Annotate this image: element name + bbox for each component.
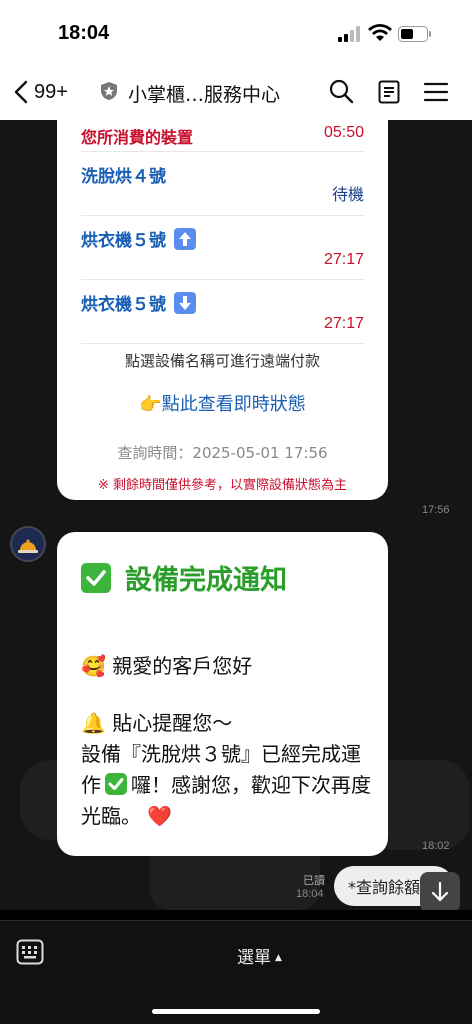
device-status: 待機 [331, 187, 364, 204]
check-mark-icon [81, 562, 111, 593]
status-bar: 18:04 [0, 0, 472, 64]
bottom-menu-bar: 選單 ▲ [0, 920, 472, 1024]
realtime-status-link[interactable]: 👉點此查看即時狀態 [57, 390, 388, 416]
remote-pay-note: 點選設備名稱可進行遠端付款 [124, 352, 320, 370]
device-status: 27:17 [323, 251, 364, 268]
arrow-down-icon [174, 291, 196, 314]
message-timestamp: 17:56 [422, 504, 450, 516]
completion-notice-card: 設備完成通知 🥰 親愛的客戶您好 🔔 貼心提醒您～ 設備『洗脫烘３號』已經完成運… [57, 532, 388, 856]
disclaimer-text: ※ 剩餘時間僅供參考，以實際設備狀態為主 [97, 478, 348, 493]
status-time: 18:04 [58, 22, 110, 44]
menu-toggle[interactable]: 選單 ▲ [237, 943, 282, 968]
notes-icon[interactable] [378, 80, 400, 104]
chat-header: 99+ 小掌櫃…服務中心 [0, 64, 472, 120]
read-receipt: 已讀 [303, 874, 325, 887]
hamburger-menu-icon[interactable] [424, 82, 448, 102]
cellular-signal-icon [338, 26, 360, 42]
check-mark-icon [105, 773, 127, 795]
verified-shield-icon [101, 82, 117, 100]
back-button[interactable]: 99+ [14, 78, 94, 106]
heart-icon: ❤️ [147, 804, 173, 828]
arrow-up-icon [174, 227, 196, 250]
chat-title: 小掌櫃…服務中心 [128, 84, 281, 106]
notice-line: 設備『洗脫烘３號』已經完成運作 囉！感謝您，歡迎下次再度光臨。 ❤️ [81, 742, 371, 828]
message-timestamp: 18:02 [422, 840, 450, 852]
message-timestamp: 18:04 [296, 888, 324, 900]
device-row[interactable]: 烘衣機５號 27:17 [81, 280, 364, 344]
scroll-to-bottom-button[interactable] [420, 872, 460, 910]
device-status: 27:17 [323, 315, 364, 332]
bell-icon [18, 539, 38, 553]
device-header-row: 您所消費的裝置 05:50 [81, 120, 364, 152]
unread-count: 99+ [34, 80, 68, 103]
notice-body: 🔔 貼心提醒您～ 設備『洗脫烘３號』已經完成運作 囉！感謝您，歡迎下次再度光臨。 … [81, 708, 371, 832]
device-header-value: 05:50 [323, 124, 364, 141]
device-header-label: 您所消費的裝置 [81, 128, 194, 147]
device-row[interactable]: 洗脫烘４號 待機 [81, 152, 364, 216]
query-time: 查詢時間：2025-05-01 17:56 [117, 444, 328, 462]
caret-up-icon: ▲ [275, 953, 282, 963]
chat-area[interactable]: 您所消費的裝置 05:50 洗脫烘４號 待機 烘衣機５號 27:17 烘衣機５號 [0, 120, 472, 910]
chevron-left-icon [14, 80, 28, 104]
keyboard-icon[interactable] [16, 939, 44, 965]
home-indicator [152, 1009, 320, 1014]
wifi-icon [368, 24, 392, 41]
reminder-line: 🔔 貼心提醒您～ [81, 711, 233, 735]
arrow-down-icon [431, 881, 449, 902]
device-name[interactable]: 烘衣機５號 [81, 226, 196, 251]
device-name[interactable]: 烘衣機５號 [81, 290, 196, 315]
search-icon[interactable] [328, 78, 354, 104]
notice-title: 設備完成通知 [81, 558, 287, 597]
battery-icon [398, 26, 431, 42]
device-name[interactable]: 洗脫烘４號 [81, 162, 166, 187]
device-row[interactable]: 烘衣機５號 27:17 [81, 216, 364, 280]
greeting-text: 🥰 親愛的客戶您好 [81, 654, 253, 678]
menu-label: 選單 [237, 948, 271, 968]
device-status-card: 您所消費的裝置 05:50 洗脫烘４號 待機 烘衣機５號 27:17 烘衣機５號 [57, 120, 388, 500]
avatar[interactable] [10, 526, 46, 562]
